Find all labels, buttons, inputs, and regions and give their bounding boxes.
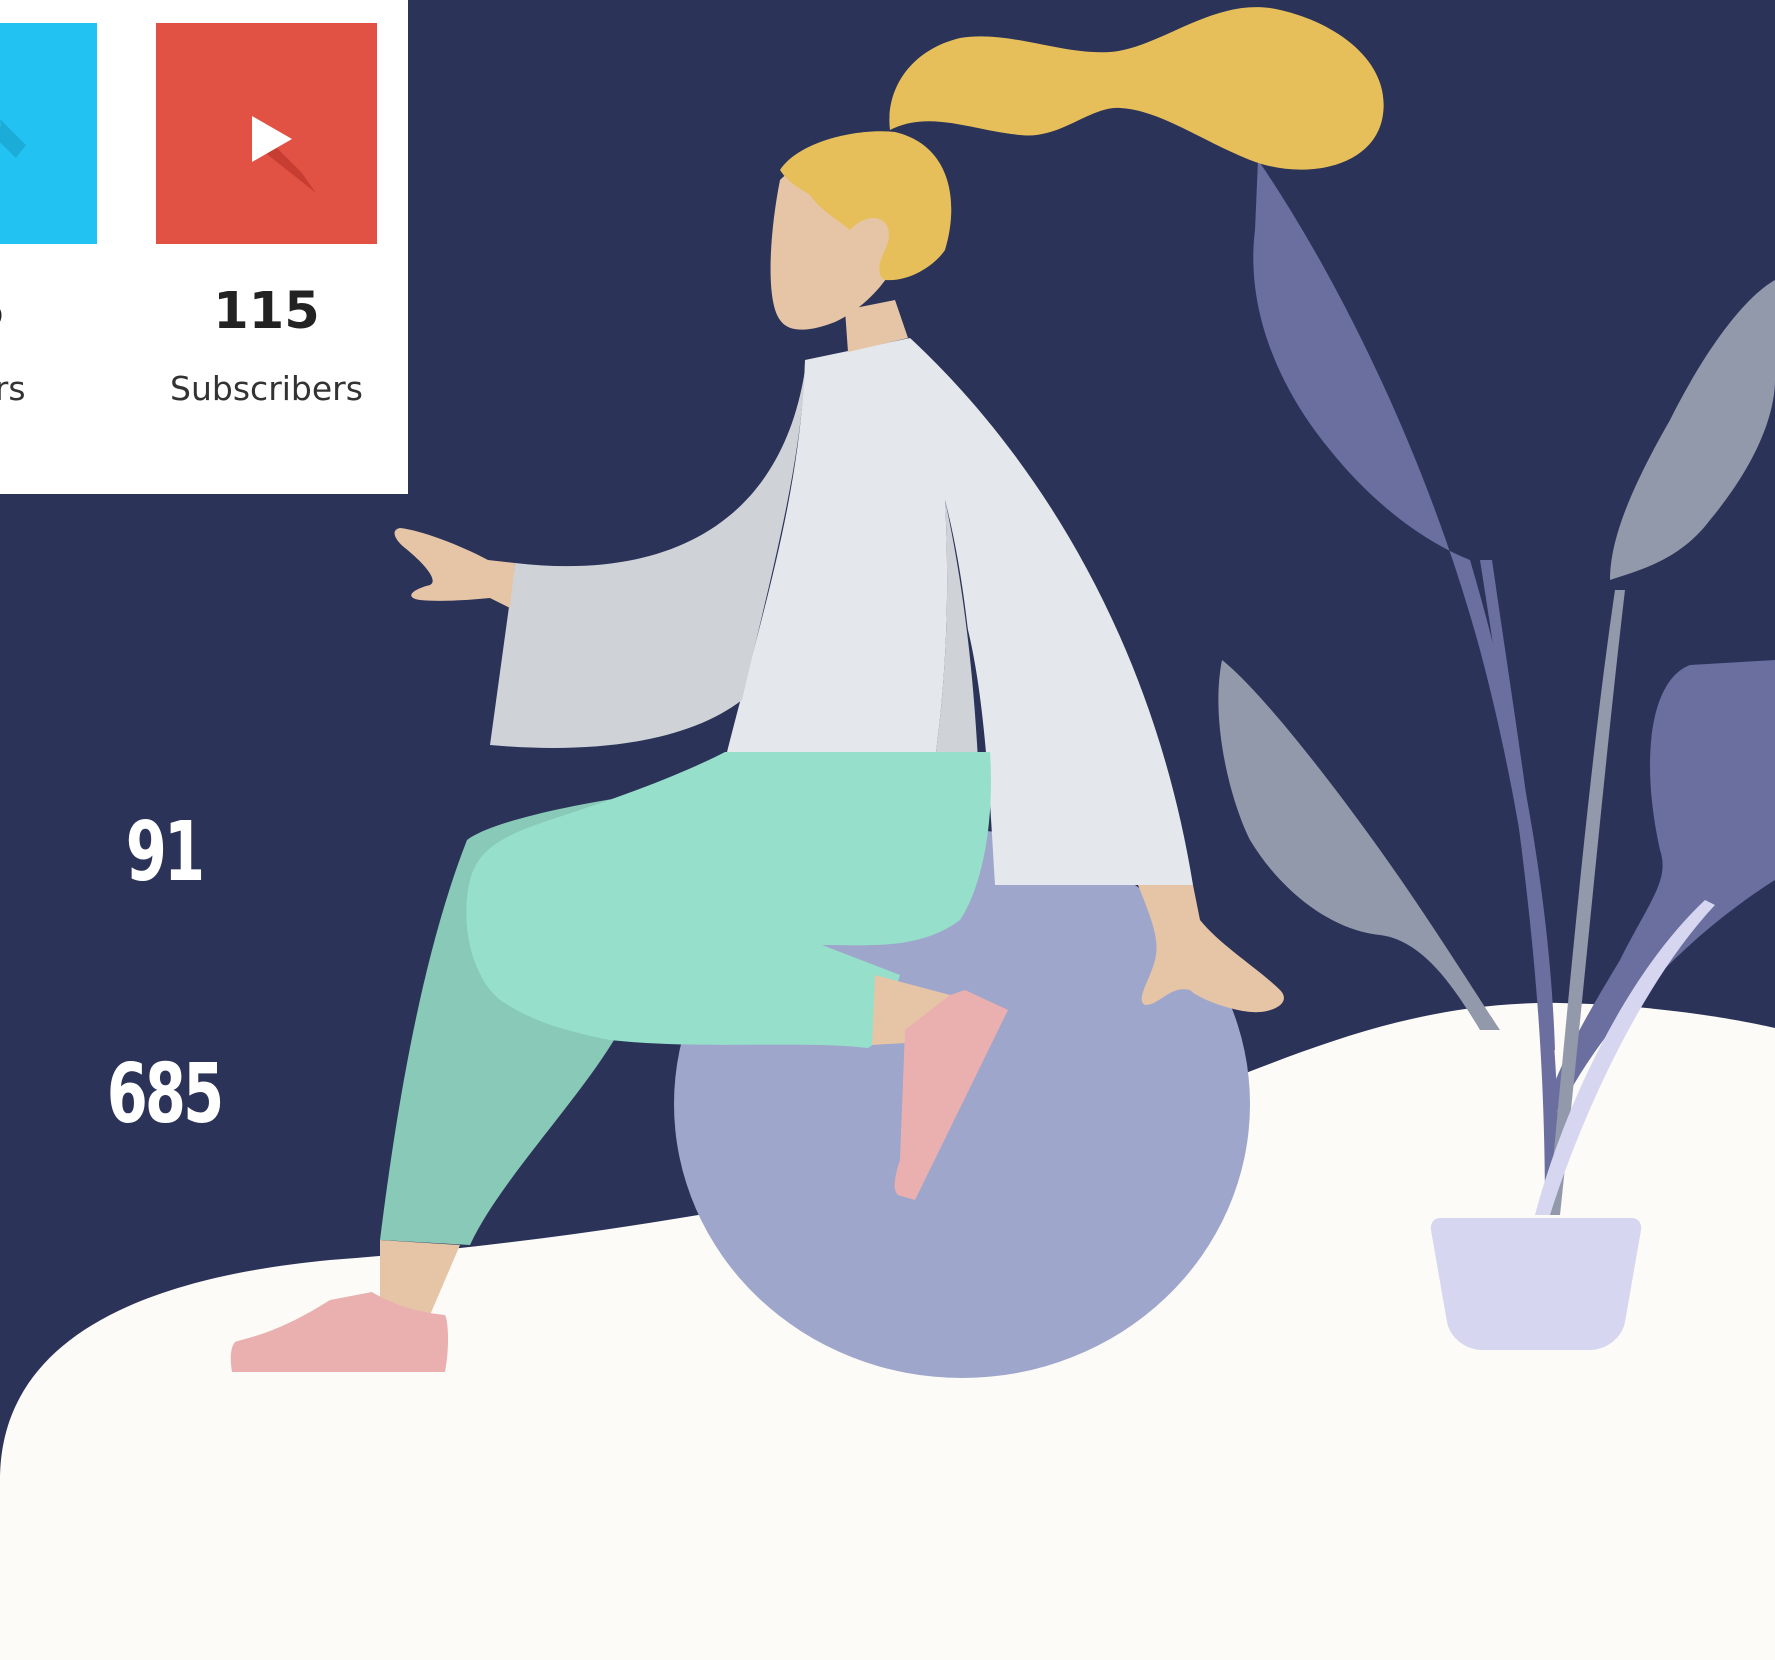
resting-hand [1138, 885, 1284, 1013]
twitter-follower-label: wers [0, 369, 26, 408]
youtube-subscriber-label: Subscribers [170, 369, 363, 408]
ponytail [889, 7, 1384, 170]
youtube-tile[interactable] [156, 23, 377, 244]
youtube-subscriber-count: 115 [213, 282, 320, 341]
stat-value: 91 [125, 805, 205, 900]
twitter-bird-icon [0, 23, 97, 244]
leaf-gray-right [1610, 280, 1775, 580]
social-stats-card: 6 wers 115 Subscribers [0, 0, 408, 494]
twitter-follower-count: 6 [0, 286, 97, 337]
pot [1430, 1218, 1642, 1350]
twitter-tile[interactable] [0, 23, 97, 244]
stat-value: 685 [106, 1047, 224, 1142]
twitter-tile-bg [0, 23, 97, 244]
hand [394, 528, 515, 608]
play-icon [156, 23, 377, 244]
